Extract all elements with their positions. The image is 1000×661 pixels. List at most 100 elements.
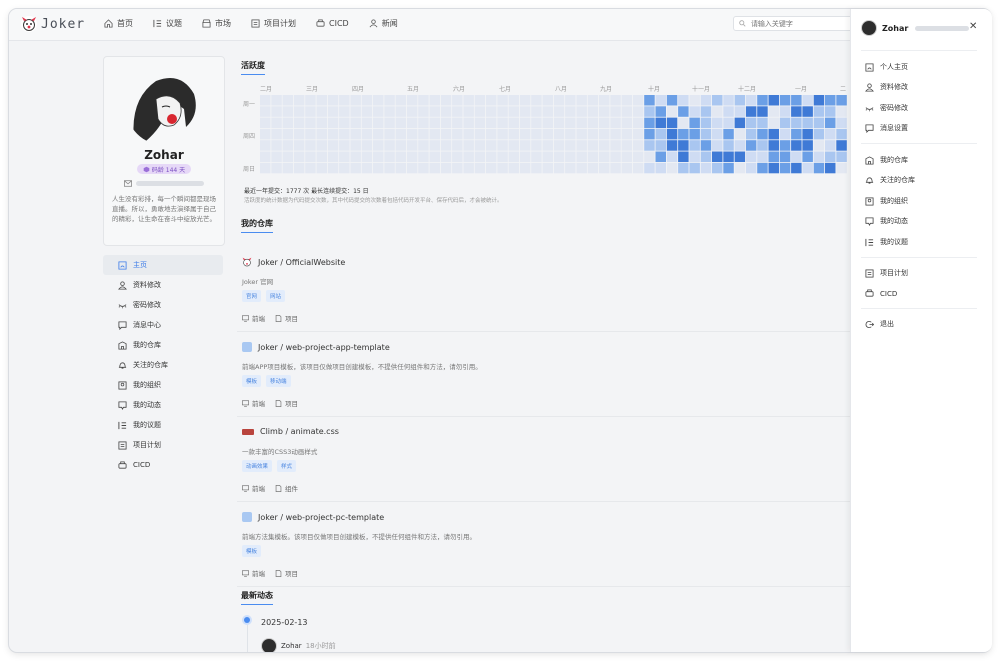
heatmap-cell[interactable] (519, 106, 531, 117)
heatmap-cell[interactable] (802, 117, 813, 129)
avatar[interactable] (126, 69, 202, 145)
heatmap-cell[interactable] (610, 106, 621, 117)
heatmap-cell[interactable] (384, 117, 395, 129)
feed-user-name[interactable]: Zohar (281, 642, 302, 650)
heatmap-cell[interactable] (655, 95, 667, 106)
heatmap-cell[interactable] (723, 106, 734, 117)
heatmap-cell[interactable] (802, 95, 813, 106)
heatmap-cell[interactable] (497, 117, 508, 129)
heatmap-cell[interactable] (768, 117, 780, 129)
heatmap-cell[interactable] (666, 95, 678, 106)
side-item-organization[interactable]: 我的组织 (103, 375, 223, 395)
heatmap-cell[interactable] (802, 128, 813, 140)
heatmap-cell[interactable] (599, 128, 610, 140)
heatmap-cell[interactable] (712, 162, 723, 174)
heatmap-cell[interactable] (745, 128, 757, 140)
avatar[interactable] (261, 638, 277, 652)
heatmap-cell[interactable] (271, 151, 282, 163)
repo-item[interactable]: Joker / web-project-pc-template 前端方法集模板。… (237, 502, 859, 587)
heatmap-cell[interactable] (271, 140, 282, 151)
heatmap-cell[interactable] (599, 117, 610, 129)
heatmap-cell[interactable] (813, 140, 825, 151)
drawer-item-password[interactable]: 密码修改 (865, 103, 908, 113)
heatmap-cell[interactable] (429, 128, 441, 140)
heatmap-cell[interactable] (576, 151, 587, 163)
heatmap-cell[interactable] (339, 117, 350, 129)
nav-project-plan[interactable]: 项目计划 (251, 18, 296, 29)
heatmap-cell[interactable] (791, 140, 802, 151)
heatmap-cell[interactable] (666, 151, 678, 163)
heatmap-cell[interactable] (802, 151, 813, 163)
heatmap-cell[interactable] (553, 162, 565, 174)
heatmap-cell[interactable] (395, 128, 407, 140)
heatmap-cell[interactable] (440, 151, 452, 163)
heatmap-cell[interactable] (531, 151, 542, 163)
heatmap-cell[interactable] (576, 140, 587, 151)
heatmap-cell[interactable] (666, 106, 678, 117)
heatmap-cell[interactable] (327, 106, 339, 117)
heatmap-cell[interactable] (632, 162, 644, 174)
heatmap-cell[interactable] (576, 106, 587, 117)
heatmap-cell[interactable] (463, 162, 474, 174)
heatmap-cell[interactable] (316, 162, 328, 174)
heatmap-cell[interactable] (712, 151, 723, 163)
heatmap-cell[interactable] (260, 117, 271, 129)
heatmap-cell[interactable] (565, 151, 576, 163)
heatmap-cell[interactable] (553, 128, 565, 140)
heatmap-cell[interactable] (723, 117, 734, 129)
heatmap-cell[interactable] (723, 95, 734, 106)
heatmap-cell[interactable] (508, 117, 520, 129)
heatmap-cell[interactable] (599, 95, 610, 106)
heatmap-cell[interactable] (440, 128, 452, 140)
search-box[interactable] (733, 16, 853, 31)
heatmap-cell[interactable] (655, 117, 667, 129)
heatmap-cell[interactable] (802, 162, 813, 174)
heatmap-cell[interactable] (452, 128, 463, 140)
heatmap-cell[interactable] (519, 128, 531, 140)
heatmap-cell[interactable] (689, 117, 700, 129)
heatmap-cell[interactable] (553, 151, 565, 163)
heatmap-cell[interactable] (813, 106, 825, 117)
heatmap-cell[interactable] (734, 117, 746, 129)
heatmap-cell[interactable] (497, 162, 508, 174)
heatmap-cell[interactable] (779, 95, 791, 106)
heatmap-cell[interactable] (836, 117, 847, 129)
heatmap-cell[interactable] (632, 95, 644, 106)
heatmap-cell[interactable] (587, 151, 599, 163)
heatmap-cell[interactable] (350, 140, 361, 151)
heatmap-cell[interactable] (373, 128, 384, 140)
heatmap-cell[interactable] (327, 128, 339, 140)
heatmap-cell[interactable] (621, 128, 633, 140)
heatmap-cell[interactable] (621, 117, 633, 129)
heatmap-cell[interactable] (282, 128, 294, 140)
heatmap-cell[interactable] (791, 151, 802, 163)
heatmap-cell[interactable] (361, 117, 373, 129)
heatmap-cell[interactable] (813, 128, 825, 140)
heatmap-cell[interactable] (418, 162, 429, 174)
heatmap-cell[interactable] (305, 151, 316, 163)
heatmap-cell[interactable] (644, 162, 655, 174)
heatmap-cell[interactable] (678, 140, 689, 151)
heatmap-cell[interactable] (260, 95, 271, 106)
heatmap-cell[interactable] (327, 140, 339, 151)
heatmap-cell[interactable] (474, 140, 486, 151)
heatmap-cell[interactable] (757, 117, 768, 129)
heatmap-cell[interactable] (373, 117, 384, 129)
drawer-item-message-settings[interactable]: 消息设置 (865, 123, 908, 133)
heatmap-cell[interactable] (599, 151, 610, 163)
nav-market[interactable]: 市场 (202, 18, 231, 29)
repo-tag[interactable]: 模板 (242, 545, 262, 557)
heatmap-cell[interactable] (723, 162, 734, 174)
heatmap-cell[interactable] (260, 151, 271, 163)
heatmap-cell[interactable] (712, 140, 723, 151)
heatmap-cell[interactable] (700, 117, 712, 129)
heatmap-cell[interactable] (644, 117, 655, 129)
heatmap-cell[interactable] (836, 140, 847, 151)
heatmap-cell[interactable] (745, 95, 757, 106)
heatmap-cell[interactable] (418, 151, 429, 163)
heatmap-cell[interactable] (486, 151, 497, 163)
heatmap-cell[interactable] (712, 106, 723, 117)
heatmap-cell[interactable] (519, 162, 531, 174)
heatmap-cell[interactable] (316, 117, 328, 129)
heatmap-cell[interactable] (305, 140, 316, 151)
